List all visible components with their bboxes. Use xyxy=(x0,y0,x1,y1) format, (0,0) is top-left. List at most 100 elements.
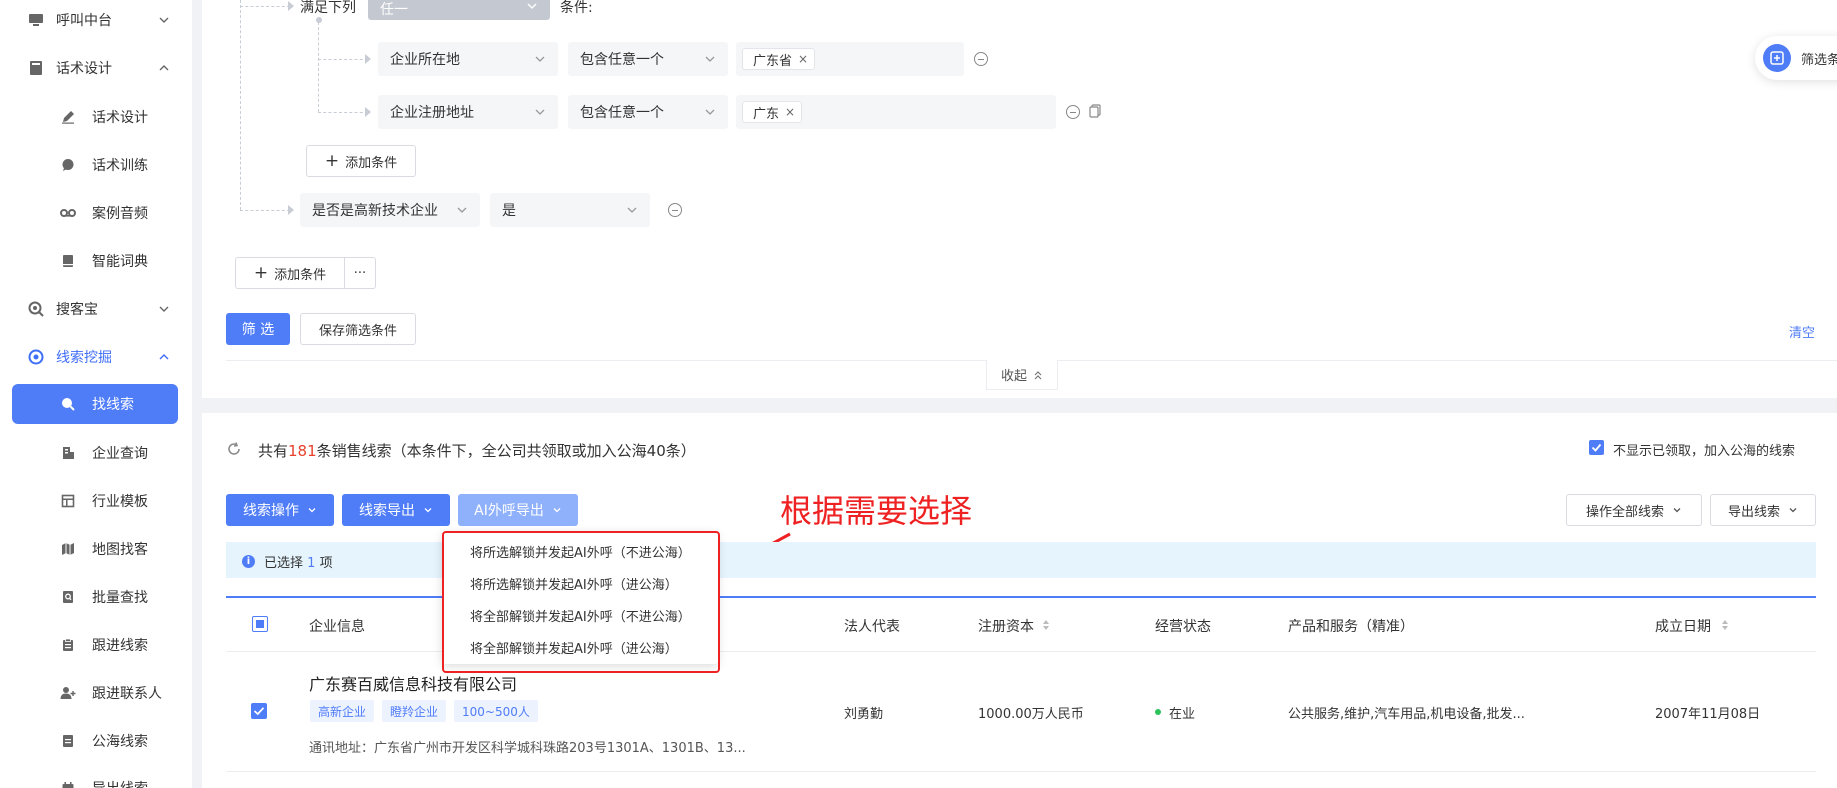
collapse-toggle[interactable]: 收起 xyxy=(986,360,1058,390)
monitor-icon xyxy=(28,12,44,28)
more-label: ··· xyxy=(353,265,367,281)
tag-input-reg-address[interactable]: 广东 × xyxy=(736,95,1056,129)
sidebar-group-label: 线索挖掘 xyxy=(56,350,112,366)
sidebar-item-public-leads[interactable]: 公海线索 xyxy=(0,721,192,761)
meets-select[interactable]: 任一 xyxy=(368,0,550,20)
field-select-value: 企业注册地址 xyxy=(390,105,474,121)
sidebar-group-search-treasure[interactable]: 搜客宝 xyxy=(0,289,192,329)
sidebar-group-call-center[interactable]: 呼叫中台 xyxy=(0,0,192,40)
sidebar-item-label: 话术设计 xyxy=(92,110,148,126)
copy-icon[interactable] xyxy=(1089,104,1101,118)
tree-arrow xyxy=(365,107,371,117)
operator-select[interactable]: 包含任意一个 xyxy=(568,95,728,129)
sidebar-item-label: 行业模板 xyxy=(92,494,148,510)
tag-close-icon[interactable]: × xyxy=(798,52,808,66)
status-dot xyxy=(1155,709,1161,715)
sidebar-item-script-training[interactable]: 话术训练 xyxy=(0,145,192,185)
lead-ops-button[interactable]: 线索操作 xyxy=(226,494,334,526)
annotation-highlight-box xyxy=(442,531,720,673)
hide-claimed-checkbox[interactable] xyxy=(1589,440,1604,455)
chevron-down-icon xyxy=(159,17,169,23)
field-select-location[interactable]: 企业所在地 xyxy=(378,42,558,76)
field-select-reg-address[interactable]: 企业注册地址 xyxy=(378,95,558,129)
more-options-button[interactable]: ··· xyxy=(344,257,376,289)
add-condition-inner-button[interactable]: + 添加条件 xyxy=(306,145,416,177)
tag-close-icon[interactable]: × xyxy=(785,105,795,119)
filter-button-label: 筛 选 xyxy=(241,322,275,338)
chevron-down-icon xyxy=(705,56,715,62)
value-tag: 广东省 × xyxy=(742,48,816,70)
sidebar-item-case-audio[interactable]: 案例音频 xyxy=(0,193,192,233)
sidebar-item-script-design[interactable]: 话术设计 xyxy=(0,97,192,137)
building-icon xyxy=(60,445,76,461)
column-capital[interactable]: 注册资本 xyxy=(978,616,1034,636)
row-checkbox[interactable] xyxy=(251,703,267,719)
column-founded[interactable]: 成立日期 xyxy=(1655,616,1711,636)
sidebar-item-label: 话术训练 xyxy=(92,158,148,174)
sidebar-item-industry-template[interactable]: 行业模板 xyxy=(0,481,192,521)
operate-all-label: 操作全部线索 xyxy=(1585,504,1664,520)
refresh-icon[interactable] xyxy=(226,441,242,457)
target-icon xyxy=(28,349,44,365)
tree-line xyxy=(318,59,368,60)
save-filter-label: 保存筛选条件 xyxy=(318,323,397,339)
chevron-down-icon xyxy=(705,109,715,115)
value-select-high-tech[interactable]: 是 xyxy=(490,193,650,227)
filter-add-icon xyxy=(1763,44,1791,72)
select-all-checkbox[interactable] xyxy=(252,616,268,632)
sidebar-item-map-search[interactable]: 地图找客 xyxy=(0,529,192,569)
operator-select[interactable]: 包含任意一个 xyxy=(568,42,728,76)
remove-condition-icon[interactable] xyxy=(974,52,988,66)
company-name[interactable]: 广东赛百威信息科技有限公司 xyxy=(309,671,517,695)
sidebar-item-label: 找线索 xyxy=(92,397,134,413)
collapse-label: 收起 xyxy=(1000,369,1027,384)
remove-condition-icon[interactable] xyxy=(668,203,682,217)
sort-icon[interactable] xyxy=(1721,619,1729,631)
sidebar-item-export-leads[interactable]: 导出线索 xyxy=(0,768,192,788)
value-tag: 广东 × xyxy=(742,101,803,123)
sidebar-item-label: 企业查询 xyxy=(92,446,148,462)
export-leads-button[interactable]: 导出线索 xyxy=(1710,494,1816,526)
selected-count-text: 已选择 1 项 xyxy=(264,552,333,571)
tree-arrow xyxy=(288,205,294,215)
search-icon xyxy=(60,396,76,412)
legal-rep-value: 刘勇勤 xyxy=(844,707,884,722)
tree-arrow xyxy=(288,1,294,11)
sort-icon[interactable] xyxy=(1042,619,1050,631)
sidebar-item-smart-dictionary[interactable]: 智能词典 xyxy=(0,241,192,281)
export-leads-label: 导出线索 xyxy=(1727,504,1780,520)
tag-input-location[interactable]: 广东省 × xyxy=(736,42,964,76)
sidebar-item-batch-search[interactable]: 批量查找 xyxy=(0,577,192,617)
add-condition-outer-button[interactable]: + 添加条件 xyxy=(235,257,345,289)
sidebar-item-follow-leads[interactable]: 跟进线索 xyxy=(0,625,192,665)
book-icon xyxy=(60,253,76,269)
selected-prefix: 已选择 xyxy=(264,556,304,571)
user-plus-icon xyxy=(60,685,76,701)
sidebar-group-label: 话术设计 xyxy=(56,61,112,77)
filter-button[interactable]: 筛 选 xyxy=(226,313,290,345)
company-address: 通讯地址：广东省广州市开发区科学城科珠路203号1301A、1301B、13..… xyxy=(309,741,746,756)
founded-value: 2007年11月08日 xyxy=(1655,707,1761,722)
capital-value: 1000.00万人民币 xyxy=(978,707,1084,722)
tree-arrow xyxy=(365,54,371,64)
sidebar-item-follow-contacts[interactable]: 跟进联系人 xyxy=(0,673,192,713)
floating-filter-button[interactable]: 筛选条 xyxy=(1755,36,1837,80)
meets-label: 满足下列 xyxy=(300,0,356,16)
tree-node xyxy=(316,17,322,23)
operate-all-button[interactable]: 操作全部线索 xyxy=(1566,494,1702,526)
field-select-high-tech[interactable]: 是否是高新技术企业 xyxy=(300,193,480,227)
summary-prefix: 共有 xyxy=(258,442,289,460)
sidebar-group-lead-mining[interactable]: 线索挖掘 xyxy=(0,337,192,377)
value-select-value: 是 xyxy=(502,203,516,219)
condition-label: 条件: xyxy=(560,0,593,16)
sidebar-item-find-leads[interactable]: 找线索 xyxy=(12,384,178,424)
sidebar-item-company-query[interactable]: 企业查询 xyxy=(0,433,192,473)
save-filter-button[interactable]: 保存筛选条件 xyxy=(300,313,416,345)
map-icon xyxy=(60,541,76,557)
clear-link[interactable]: 清空 xyxy=(1789,322,1815,341)
sidebar-group-script-design[interactable]: 话术设计 xyxy=(0,48,192,88)
remove-condition-icon[interactable] xyxy=(1066,105,1080,119)
add-condition-label: 添加条件 xyxy=(274,267,327,283)
ai-export-button[interactable]: AI外呼导出 xyxy=(458,494,578,526)
lead-export-button[interactable]: 线索导出 xyxy=(342,494,450,526)
